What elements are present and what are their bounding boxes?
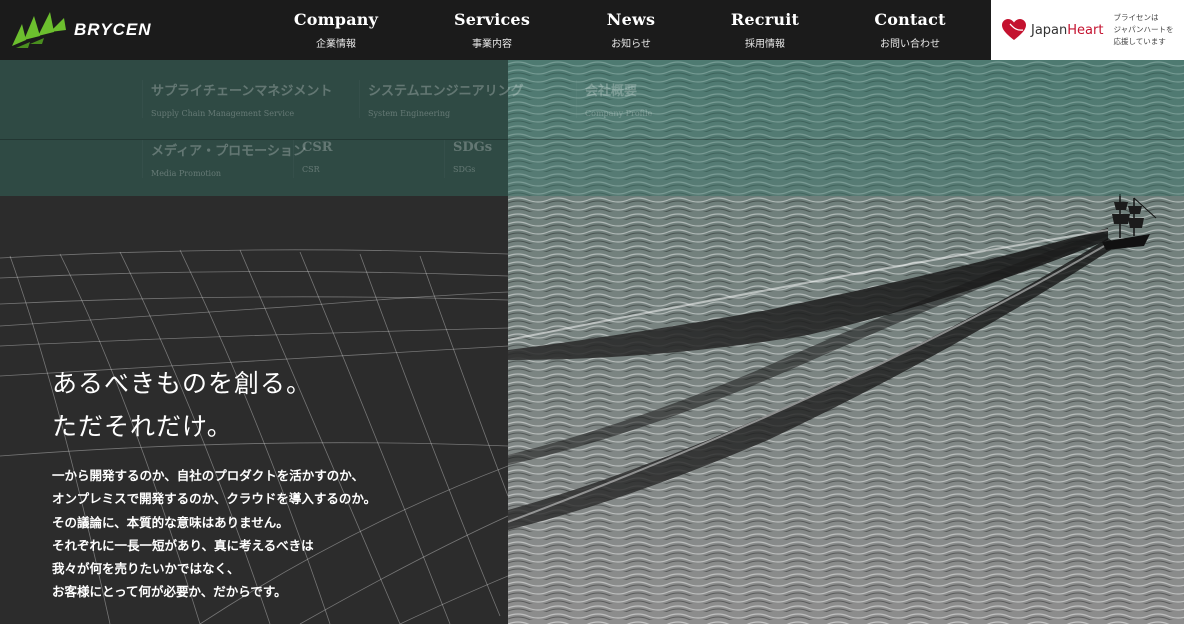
nav-services-label: Services (453, 10, 531, 29)
mega-item-title: 会社概要 (585, 84, 638, 99)
japan-heart-note-line3: 応援しています (1113, 37, 1166, 46)
main-nav: Company 企業情報 Services 事業内容 News お知らせ Rec… (260, 0, 980, 60)
mega-item-sub: Supply Chain Management Service (151, 109, 295, 118)
mega-item-title: CSR (302, 140, 333, 155)
site-header: BRYCEN Company 企業情報 Services 事業内容 News お… (0, 0, 1184, 60)
hero-headline: あるべきものを創る。 ただそれだけ。 (52, 362, 312, 448)
nav-contact-sub: お問い合わせ (880, 39, 940, 50)
hero-body-line: 我々が何を売りたいかではなく、 (52, 561, 240, 577)
nav-company-sub: 企業情報 (316, 39, 356, 50)
japan-heart-note-line1: ブライセンは (1113, 13, 1159, 22)
japan-heart-note-line2: ジャパンハートを (1113, 25, 1174, 34)
brand-name: BRYCEN (74, 20, 152, 39)
nav-contact[interactable]: Contact お問い合わせ (840, 0, 980, 60)
hero-body-line: 一から開発するのか、自社のプロダクトを活かすのか、 (52, 468, 365, 483)
mega-menu-row-1: サプライチェーンマネジメント Supply Chain Management S… (142, 80, 793, 118)
nav-services[interactable]: Services 事業内容 (412, 0, 572, 60)
mega-item-sub: Company Profile (585, 109, 653, 118)
nav-news-label: News (606, 10, 656, 29)
mega-item-system-engineering[interactable]: システムエンジニアリング System Engineering (359, 80, 576, 118)
mega-menu-row-2: メディア・プロモーション Media Promotion CSR CSR SDG… (142, 140, 595, 178)
japan-heart-note: ブライセンは ジャパンハートを 応援しています (1113, 12, 1173, 48)
japan-heart-name: JapanHeart (1031, 23, 1103, 38)
nav-services-sub: 事業内容 (472, 39, 512, 50)
mega-item-csr[interactable]: CSR CSR (293, 140, 444, 178)
nav-recruit-label: Recruit (730, 10, 800, 29)
nav-news-sub: お知らせ (611, 39, 651, 50)
mega-item-title: メディア・プロモーション (151, 144, 306, 159)
mega-item-supply-chain[interactable]: サプライチェーンマネジメント Supply Chain Management S… (142, 80, 359, 118)
heart-icon (1002, 19, 1026, 40)
nav-recruit-sub: 採用情報 (745, 39, 785, 50)
hero-body-line: お客様にとって何が必要か、だからです。 (52, 584, 287, 600)
mega-item-sub: System Engineering (368, 109, 451, 118)
hero-headline-line2: ただそれだけ。 (52, 412, 233, 441)
nav-company[interactable]: Company 企業情報 (260, 0, 412, 60)
mega-item-title: SDGs (453, 140, 493, 155)
mega-item-title: システムエンジニアリング (368, 84, 524, 99)
hero-body-line: それぞれに一長一短があり、真に考えるべきは (52, 537, 314, 553)
nav-contact-label: Contact (874, 10, 946, 29)
mega-item-sub: SDGs (453, 165, 476, 174)
hero-photo-ship-wake (508, 60, 1184, 624)
nav-news[interactable]: News お知らせ (572, 0, 690, 60)
japan-heart-banner[interactable]: JapanHeart ブライセンは ジャパンハートを 応援しています (991, 0, 1184, 60)
mega-item-sub: Media Promotion (151, 169, 222, 178)
nav-company-label: Company (293, 10, 379, 29)
japan-heart-name-part2: Heart (1067, 22, 1104, 38)
japan-heart-name-part1: Japan (1031, 22, 1068, 38)
brycen-logo[interactable]: BRYCEN (10, 6, 151, 54)
mega-item-sub: CSR (302, 165, 320, 174)
bryce-sail-logo-icon (12, 12, 66, 48)
hero-body-line: その議論に、本質的な意味はありません。 (52, 514, 289, 530)
mega-item-media[interactable]: メディア・プロモーション Media Promotion (142, 140, 306, 178)
hero-body: 一から開発するのか、自社のプロダクトを活かすのか、 オンプレミスで開発するのか、… (52, 464, 376, 604)
hero-body-line: オンプレミスで開発するのか、クラウドを導入するのか。 (52, 491, 377, 507)
mega-item-sdgs[interactable]: SDGs SDGs (444, 140, 595, 178)
hero-headline-line1: あるべきものを創る。 (52, 369, 313, 398)
mega-item-company-profile[interactable]: 会社概要 Company Profile (576, 80, 793, 118)
nav-recruit[interactable]: Recruit 採用情報 (690, 0, 840, 60)
mega-item-title: サプライチェーンマネジメント (151, 84, 333, 99)
